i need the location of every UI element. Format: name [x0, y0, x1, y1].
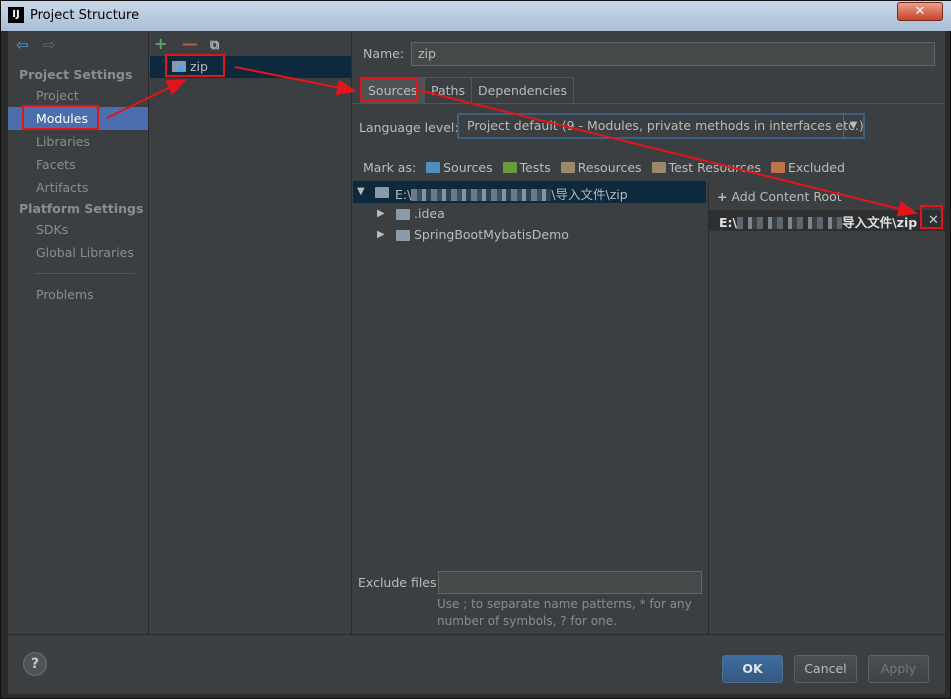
sources-folder-icon [426, 162, 441, 173]
tree-row-root[interactable]: ▼ E:\ \导入文件\zip [353, 181, 706, 203]
modules-toolbar: + — ⧉ [154, 34, 234, 54]
sidebar-item-problems[interactable]: Problems [8, 283, 148, 306]
title-bar: IJ Project Structure ✕ [1, 1, 951, 31]
sidebar-item-global-libraries[interactable]: Global Libraries [8, 241, 148, 264]
copy-module-icon[interactable]: ⧉ [210, 38, 228, 53]
tree-root-suffix: \导入文件\zip [551, 187, 628, 202]
exclude-files-label: Exclude files: [358, 575, 441, 590]
add-module-icon[interactable]: + [154, 34, 172, 53]
annotation-box-remove [920, 205, 943, 229]
excluded-folder-icon [770, 162, 785, 173]
folder-icon [375, 187, 389, 198]
annotation-box-zip [165, 54, 225, 77]
tab-dependencies[interactable]: Dependencies [471, 77, 574, 103]
chevron-down-icon[interactable]: ▼ [843, 115, 863, 137]
module-settings: Name: zip Sources Paths Dependencies Lan… [353, 31, 945, 634]
language-level-select[interactable]: Project default (9 - Modules, private me… [457, 113, 865, 139]
forward-arrow-icon[interactable]: ⇨ [43, 37, 59, 53]
sidebar-item-artifacts[interactable]: Artifacts [8, 176, 148, 199]
sidebar-item-facets[interactable]: Facets [8, 153, 148, 176]
project-settings-header: Project Settings [19, 67, 133, 82]
mark-as-tests-button[interactable]: Tests [502, 160, 551, 175]
sidebar-item-libraries[interactable]: Libraries [8, 130, 148, 153]
modules-panel: + — ⧉ zip [150, 31, 352, 634]
tree-item-label: SpringBootMybatisDemo [414, 227, 569, 242]
nav-buttons: ⇦ ⇨ [16, 37, 66, 53]
add-content-root-button[interactable]: + Add Content Root [717, 189, 842, 204]
mark-as-toolbar: Mark as: Sources Tests Resources Test Re… [363, 160, 845, 175]
content-root-suffix: 导入文件\zip [842, 215, 918, 230]
annotation-box-sources [360, 77, 418, 102]
dialog-button-bar: ? OK Cancel Apply [8, 634, 945, 694]
mark-as-test-resources-button[interactable]: Test Resources [651, 160, 761, 175]
folder-icon [396, 230, 410, 241]
window-close-button[interactable]: ✕ [897, 2, 943, 21]
folder-icon [396, 209, 410, 220]
tab-underline [353, 103, 945, 104]
sidebar-item-project[interactable]: Project [8, 84, 148, 107]
tree-root-prefix: E:\ [395, 187, 412, 202]
tab-paths[interactable]: Paths [424, 77, 472, 103]
intellij-app-icon: IJ [8, 7, 24, 23]
content-tree: ▼ E:\ \导入文件\zip ▶ .idea ▶ SpringBootMybat… [353, 181, 706, 571]
remove-module-icon[interactable]: — [182, 34, 200, 53]
back-arrow-icon[interactable]: ⇦ [16, 37, 32, 53]
mark-as-label: Mark as: [363, 160, 417, 175]
resources-folder-icon [560, 162, 575, 173]
redacted-path [737, 217, 843, 229]
mark-as-excluded-button[interactable]: Excluded [770, 160, 845, 175]
apply-button[interactable]: Apply [868, 655, 929, 683]
project-structure-dialog: IJ Project Structure ✕ ⇦ ⇨ Project Setti… [0, 0, 951, 699]
ok-button[interactable]: OK [722, 655, 783, 683]
language-level-value: Project default (9 - Modules, private me… [467, 118, 864, 133]
collapsed-triangle-icon[interactable]: ▶ [377, 229, 385, 240]
mark-as-sources-button[interactable]: Sources [426, 160, 493, 175]
redacted-path [411, 189, 552, 201]
content-root-panel: + Add Content Root E:\ 导入文件\zip ✕ [708, 181, 945, 634]
annotation-box-modules [22, 105, 99, 130]
language-level-label: Language level: [359, 120, 459, 135]
sidebar-item-sdks[interactable]: SDKs [8, 218, 148, 241]
collapsed-triangle-icon[interactable]: ▶ [377, 208, 385, 219]
window-title: Project Structure [30, 8, 140, 23]
content-root-prefix: E:\ [719, 215, 738, 230]
exclude-files-input[interactable] [438, 571, 702, 594]
tree-item-label: .idea [414, 206, 445, 221]
dialog-content: ⇦ ⇨ Project Settings Project Modules Lib… [8, 31, 945, 694]
tests-folder-icon [502, 162, 517, 173]
sidebar-divider [35, 273, 135, 274]
exclude-files-hint: Use ; to separate name patterns, * for a… [437, 597, 692, 628]
name-label: Name: [363, 46, 405, 61]
mark-as-resources-button[interactable]: Resources [560, 160, 642, 175]
module-name-input[interactable]: zip [411, 42, 935, 66]
expanded-triangle-icon[interactable]: ▼ [357, 186, 365, 197]
content-root-row[interactable]: E:\ 导入文件\zip ✕ [709, 210, 945, 231]
cancel-button[interactable]: Cancel [794, 655, 857, 683]
platform-settings-header: Platform Settings [19, 201, 144, 216]
test-resources-folder-icon [651, 162, 666, 173]
help-icon[interactable]: ? [23, 652, 47, 676]
